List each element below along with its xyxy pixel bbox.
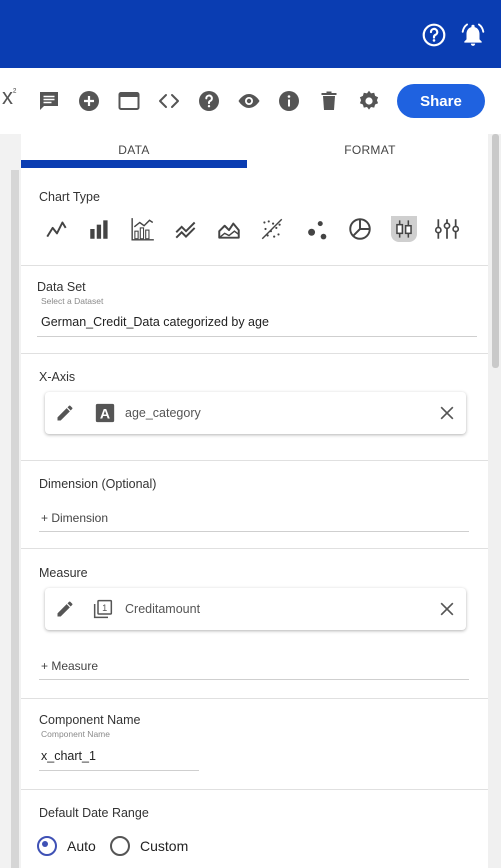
add-circle-icon[interactable] — [77, 89, 101, 113]
component-name-label: Component Name — [39, 713, 141, 727]
delete-icon[interactable] — [317, 89, 341, 113]
remove-xaxis-close-icon[interactable] — [437, 403, 457, 423]
pie-chart-icon[interactable] — [347, 216, 373, 242]
type-letter: A — [100, 406, 110, 422]
active-tab-indicator — [21, 160, 247, 168]
edit-icon[interactable] — [55, 403, 75, 423]
dataset-select[interactable]: German_Credit_Data categorized by age — [41, 315, 269, 329]
date-range-label: Default Date Range — [39, 806, 149, 820]
text-type-icon: A — [95, 403, 115, 423]
info-icon[interactable] — [277, 89, 301, 113]
remove-measure-close-icon[interactable] — [437, 599, 457, 619]
measure-underline — [39, 679, 469, 680]
dataset-placeholder: Select a Dataset — [41, 296, 104, 306]
scatter-trend-icon[interactable] — [259, 216, 285, 242]
dimension-section: Dimension (Optional) + Dimension — [21, 460, 488, 549]
help-icon[interactable] — [197, 89, 221, 113]
custom-radio[interactable] — [110, 836, 130, 856]
date-range-section: Default Date Range Auto Custom — [21, 789, 488, 868]
measure-section: Measure 1 Creditamount + Measure — [21, 548, 488, 699]
auto-radio-label[interactable]: Auto — [67, 838, 96, 854]
formula-superscript: ² — [13, 87, 17, 99]
window-icon[interactable] — [117, 89, 141, 113]
measure-field-name: Creditamount — [125, 602, 201, 616]
box-plot-icon[interactable] — [434, 216, 460, 242]
left-scrollbar[interactable] — [11, 170, 19, 868]
area-chart-icon[interactable] — [216, 216, 242, 242]
bar-line-chart-icon[interactable] — [130, 216, 156, 242]
chart-type-label: Chart Type — [39, 190, 100, 204]
measure-field-chip: 1 Creditamount — [45, 588, 466, 630]
tab-format[interactable]: FORMAT — [257, 143, 483, 157]
xaxis-field-chip: A age_category — [45, 392, 466, 434]
help-circle-icon[interactable] — [421, 22, 447, 48]
comment-icon[interactable] — [37, 89, 61, 113]
bell-alert-icon[interactable] — [460, 22, 486, 48]
add-dimension-link[interactable]: + Dimension — [41, 511, 108, 525]
dimension-underline — [39, 531, 469, 532]
app-header — [0, 0, 501, 68]
xaxis-section: X-Axis A age_category — [21, 353, 488, 461]
bubble-chart-icon[interactable] — [304, 216, 330, 242]
formula-button[interactable]: x² — [2, 84, 16, 110]
settings-icon[interactable] — [357, 89, 381, 113]
component-name-input[interactable]: x_chart_1 — [41, 749, 96, 763]
line-chart-icon[interactable] — [44, 216, 70, 242]
numeric-type-icon: 1 — [93, 599, 113, 619]
xaxis-label: X-Axis — [39, 370, 76, 384]
dataset-underline — [37, 336, 477, 337]
share-button[interactable]: Share — [397, 84, 485, 118]
add-measure-link[interactable]: + Measure — [41, 659, 98, 673]
dataset-section: Data Set Select a Dataset German_Credit_… — [21, 265, 488, 354]
component-name-section: Component Name Component Name x_chart_1 — [21, 698, 488, 790]
component-name-underline — [39, 770, 199, 771]
panel-scrollbar[interactable] — [492, 134, 499, 368]
component-name-placeholder: Component Name — [41, 729, 110, 739]
xaxis-field-name: age_category — [125, 406, 201, 420]
auto-radio[interactable] — [37, 836, 57, 856]
tab-data[interactable]: DATA — [21, 143, 247, 157]
panel-tabs: DATA FORMAT — [21, 134, 488, 168]
edit-icon[interactable] — [55, 599, 75, 619]
formula-label: x — [2, 84, 13, 109]
multi-line-chart-icon[interactable] — [173, 216, 199, 242]
candlestick-chart-icon[interactable] — [391, 216, 417, 242]
dimension-label: Dimension (Optional) — [39, 477, 157, 491]
bar-chart-icon[interactable] — [87, 216, 113, 242]
measure-label: Measure — [39, 566, 88, 580]
chart-properties-panel: DATA FORMAT Chart Type Data Set Select a… — [21, 134, 488, 868]
type-number: 1 — [102, 603, 107, 613]
dataset-label: Data Set — [37, 280, 86, 294]
custom-radio-label[interactable]: Custom — [140, 838, 188, 854]
visibility-icon[interactable] — [237, 89, 261, 113]
editor-toolbar: x² Share — [0, 68, 501, 134]
code-icon[interactable] — [157, 89, 181, 113]
